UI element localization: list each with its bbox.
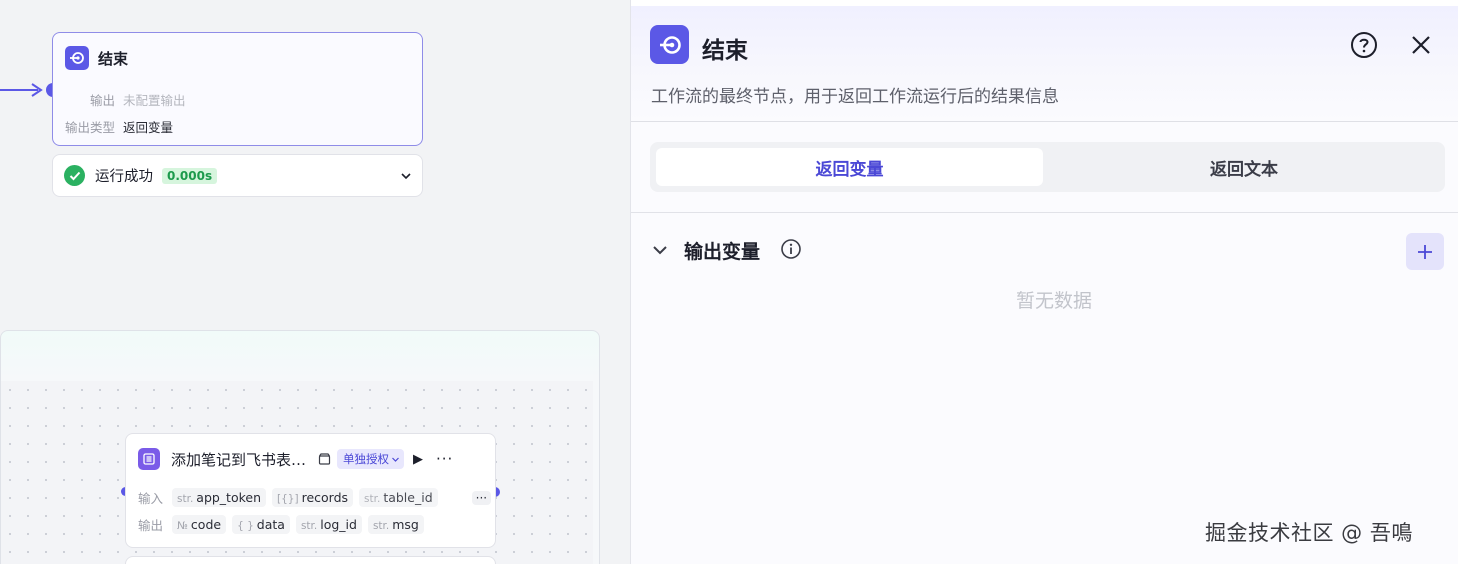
more-icon[interactable]: ··· xyxy=(436,450,453,468)
check-circle-icon xyxy=(64,165,85,186)
output-param-tag: str. msg xyxy=(367,515,424,534)
end-node-output-type-key: 输出类型 xyxy=(64,120,115,135)
chevron-down-icon[interactable] xyxy=(399,168,413,187)
chevron-down-icon[interactable] xyxy=(650,240,670,264)
play-icon[interactable]: ▶ xyxy=(413,452,423,467)
end-node[interactable]: 结束 输出 未配置输出 输出类型 返回变量 xyxy=(52,32,423,146)
tab-return-variable[interactable]: 返回变量 xyxy=(656,148,1043,186)
run-status-label: 运行成功 xyxy=(95,169,153,185)
panel-header: 结束 工作流的最终节点，用于返回工作流运行后的结果信息 xyxy=(631,0,1458,122)
table-list-icon xyxy=(138,448,160,470)
input-param-tag: [{}] records xyxy=(272,488,354,507)
next-node-card[interactable] xyxy=(125,556,496,564)
plugin-node[interactable]: 添加笔记到飞书表… 单独授权 ▶ ··· 输入 str. app_token [{… xyxy=(125,433,496,548)
end-node-icon xyxy=(65,46,89,70)
plugin-inputs-row: 输入 str. app_token [{}] records str. table_i… xyxy=(138,488,492,507)
info-icon[interactable] xyxy=(780,238,802,264)
end-node-output-value: 未配置输出 xyxy=(123,93,186,108)
panel-description: 工作流的最终节点，用于返回工作流运行后的结果信息 xyxy=(651,87,1059,107)
return-mode-tabs: 返回变量 返回文本 xyxy=(650,142,1445,192)
store-icon xyxy=(318,450,331,469)
end-node-title: 结束 xyxy=(98,49,129,68)
output-param-tag: { } data xyxy=(232,515,290,534)
plugin-outputs-row: 输出 № code { } data str. log_id str. msg xyxy=(138,515,430,534)
workflow-canvas[interactable]: 结束 输出 未配置输出 输出类型 返回变量 运行成功 0.000s 添加笔记到飞… xyxy=(0,0,630,564)
auth-mode-label: 单独授权 xyxy=(343,452,390,466)
plugin-outputs-label: 输出 xyxy=(138,518,164,533)
chevron-down-icon xyxy=(392,457,399,462)
input-param-tag: str. table_id xyxy=(359,488,438,507)
plugin-node-title: 添加笔记到飞书表… xyxy=(171,450,307,469)
divider xyxy=(631,212,1458,213)
run-status-bar[interactable]: 运行成功 0.000s xyxy=(52,154,423,197)
watermark: 掘金技术社区 @ 吾鳴 xyxy=(1205,521,1413,545)
panel-title: 结束 xyxy=(702,38,748,64)
end-node-output-key: 输出 xyxy=(89,93,115,108)
plus-icon xyxy=(1418,244,1432,259)
more-inputs-button[interactable]: ··· xyxy=(471,490,492,505)
end-node-output-type-value: 返回变量 xyxy=(123,120,174,135)
empty-state-text: 暂无数据 xyxy=(1015,290,1092,312)
output-param-tag: str. log_id xyxy=(295,515,362,534)
end-node-output-row: 输出 未配置输出 xyxy=(53,90,186,109)
run-duration-badge: 0.000s xyxy=(162,167,218,184)
help-icon[interactable] xyxy=(1350,31,1378,63)
input-param-tag: str. app_token xyxy=(172,488,267,507)
output-param-tag: № code xyxy=(172,515,227,534)
add-variable-button[interactable] xyxy=(1406,233,1444,270)
auth-mode-dropdown[interactable]: 单独授权 xyxy=(337,449,405,469)
end-node-icon xyxy=(650,25,689,64)
output-variables-title: 输出变量 xyxy=(684,241,761,263)
plugin-inputs-label: 输入 xyxy=(138,491,164,506)
close-icon[interactable] xyxy=(1410,34,1432,60)
tab-return-text[interactable]: 返回文本 xyxy=(1050,148,1438,186)
node-config-panel: 结束 工作流的最终节点，用于返回工作流运行后的结果信息 返回变量 返回文本 输出… xyxy=(630,0,1458,564)
end-node-output-type-row: 输出类型 返回变量 xyxy=(53,117,173,136)
